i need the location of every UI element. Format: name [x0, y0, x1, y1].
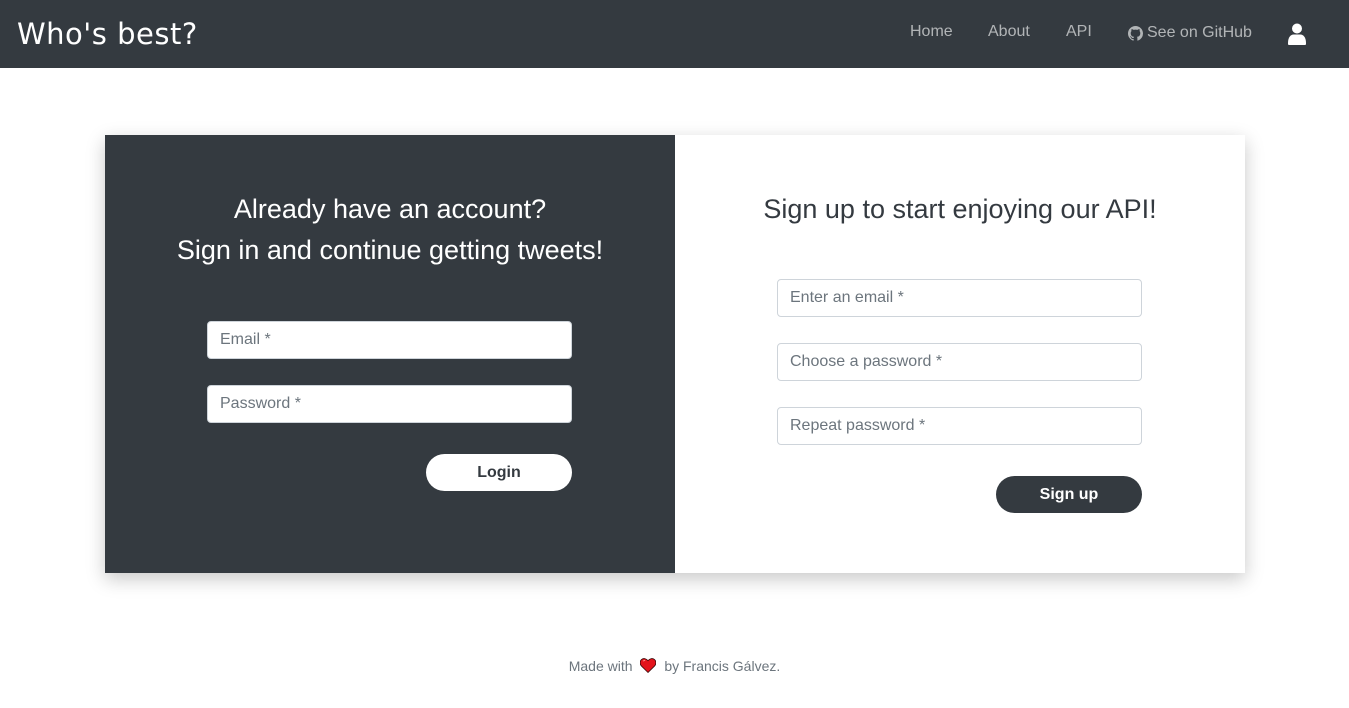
nav-link-github[interactable]: See on GitHub: [1128, 23, 1252, 43]
nav-link-github-label: See on GitHub: [1147, 24, 1252, 41]
footer: Made with by Francis Gálvez.: [0, 657, 1349, 675]
auth-card: Already have an account? Sign in and con…: [105, 135, 1245, 573]
signup-email-input[interactable]: [777, 279, 1142, 317]
nav-links: Home About API See on GitHub: [0, 0, 1349, 68]
login-email-input[interactable]: [207, 321, 572, 359]
signup-button[interactable]: Sign up: [996, 476, 1142, 513]
login-button[interactable]: Login: [426, 454, 572, 491]
nav-link-api[interactable]: API: [1066, 22, 1092, 42]
login-password-input[interactable]: [207, 385, 572, 423]
login-panel: Already have an account? Sign in and con…: [105, 135, 675, 573]
signup-password-input[interactable]: [777, 343, 1142, 381]
footer-suffix: by Francis Gálvez.: [664, 658, 781, 674]
login-heading: Already have an account? Sign in and con…: [105, 189, 675, 271]
user-icon[interactable]: [1288, 23, 1306, 45]
heart-icon: [640, 658, 657, 673]
github-icon: [1128, 25, 1143, 41]
login-heading-line1: Already have an account?: [233, 194, 547, 224]
nav-link-about[interactable]: About: [988, 22, 1030, 42]
signup-repeat-password-input[interactable]: [777, 407, 1142, 445]
footer-prefix: Made with: [568, 658, 633, 674]
login-heading-line2: Sign in and continue getting tweets!: [176, 235, 604, 265]
nav-link-home[interactable]: Home: [910, 22, 953, 42]
signup-heading: Sign up to start enjoying our API!: [763, 194, 1157, 224]
navbar: Who's best? Home About API See on GitHub: [0, 0, 1349, 68]
signup-panel: Sign up to start enjoying our API! Sign …: [675, 135, 1245, 573]
